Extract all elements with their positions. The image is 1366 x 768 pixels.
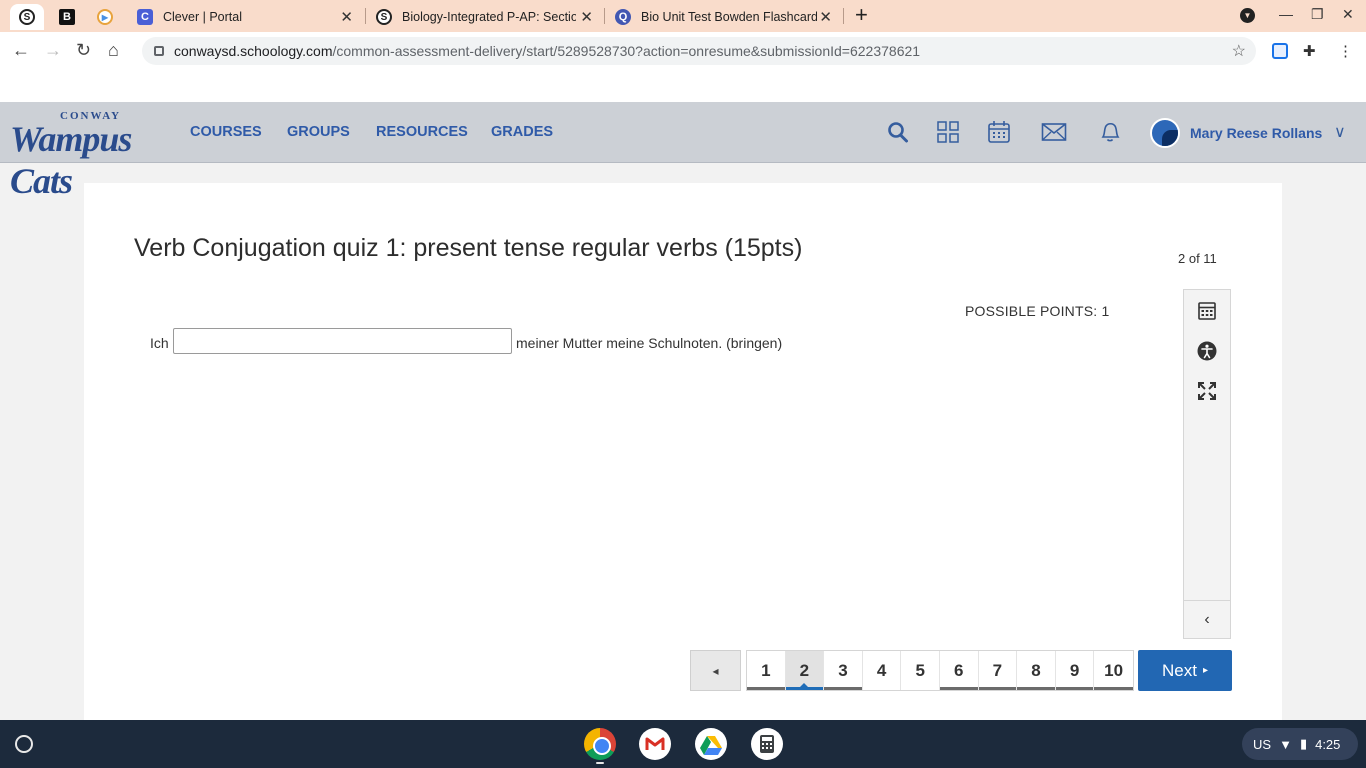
- nav-courses[interactable]: COURSES: [190, 124, 262, 140]
- prompt-before-text: Ich: [150, 335, 169, 351]
- page-button-current[interactable]: 2: [785, 651, 825, 690]
- browser-toolbar: ← → ↻ ⌂ conwaysd.schoology.com/common-as…: [0, 32, 1366, 70]
- page-button[interactable]: 6: [939, 651, 979, 690]
- answer-input[interactable]: [173, 328, 512, 354]
- os-shelf: [0, 720, 1366, 768]
- toolbar-spacer: [0, 70, 1366, 102]
- new-tab-plus-icon[interactable]: +: [855, 4, 868, 26]
- lock-icon: [154, 46, 164, 56]
- browser-tabstrip: S B ▶ C Clever | Portal ✕ S Biology-Inte…: [0, 0, 1366, 32]
- calculator-icon[interactable]: [1184, 294, 1230, 328]
- nav-groups[interactable]: GROUPS: [287, 124, 350, 140]
- url-path: /common-assessment-delivery/start/528952…: [332, 43, 921, 59]
- system-tray[interactable]: US ▼ ▮ 4:25: [1242, 728, 1358, 760]
- left-arrow-icon: ◂: [712, 663, 719, 678]
- page-button[interactable]: 9: [1055, 651, 1095, 690]
- previous-question-button[interactable]: ◂: [690, 650, 741, 691]
- page-button[interactable]: 5: [901, 651, 940, 690]
- bookmark-star-icon[interactable]: ☆: [1232, 41, 1246, 61]
- google-drive-app-icon[interactable]: [695, 728, 727, 760]
- close-tab-icon[interactable]: ✕: [340, 8, 353, 26]
- prompt-after-text: meiner Mutter meine Schulnoten. (bringen…: [516, 335, 783, 351]
- chrome-app-icon[interactable]: [584, 728, 616, 760]
- nav-resources[interactable]: RESOURCES: [376, 124, 468, 140]
- collapse-chevron-left-icon[interactable]: ‹: [1184, 600, 1230, 638]
- assessment-tools-panel: ‹: [1183, 289, 1231, 639]
- extensions-puzzle-icon[interactable]: ✚: [1303, 42, 1316, 60]
- quizlet-favicon-icon: Q: [615, 9, 631, 25]
- pinned-tab-schoology[interactable]: S: [10, 4, 44, 30]
- forward-arrow-icon[interactable]: →: [44, 40, 62, 60]
- running-indicator: [596, 762, 604, 764]
- tab-title: Biology-Integrated P-AP: Section: [402, 10, 576, 24]
- user-name[interactable]: Mary Reese Rollans: [1190, 125, 1322, 141]
- tab-biology[interactable]: S Biology-Integrated P-AP: Section ✕: [366, 4, 603, 30]
- apps-grid-icon[interactable]: [936, 120, 960, 144]
- search-icon[interactable]: [887, 120, 909, 144]
- clock-time: 4:25: [1315, 736, 1341, 752]
- extension-icon[interactable]: [1272, 43, 1288, 59]
- url-host: conwaysd.schoology.com: [174, 43, 333, 59]
- fullscreen-icon[interactable]: [1184, 374, 1230, 408]
- home-icon[interactable]: ⌂: [108, 40, 119, 60]
- calculator-app-icon[interactable]: [751, 728, 783, 760]
- messages-envelope-icon[interactable]: [1041, 120, 1067, 144]
- close-window-icon[interactable]: ✕: [1342, 6, 1354, 23]
- right-arrow-icon: ▸: [1202, 665, 1208, 676]
- page-button[interactable]: 3: [824, 651, 863, 690]
- nav-grades[interactable]: GRADES: [491, 124, 553, 140]
- back-arrow-icon[interactable]: ←: [12, 40, 30, 60]
- input-locale: US: [1253, 736, 1272, 752]
- launcher-icon[interactable]: [15, 735, 33, 753]
- tab-quizlet[interactable]: Q Bio Unit Test Bowden Flashcards ✕: [605, 4, 842, 30]
- notifications-bell-icon[interactable]: [1098, 120, 1122, 144]
- quiz-title: Verb Conjugation quiz 1: present tense r…: [134, 234, 803, 262]
- user-avatar[interactable]: [1150, 118, 1180, 148]
- battery-icon: ▮: [1299, 736, 1308, 751]
- school-logo[interactable]: CONWAY Wampus Cats: [10, 110, 165, 201]
- address-bar[interactable]: conwaysd.schoology.com/common-assessment…: [142, 37, 1256, 65]
- question-pager: 1 2 3 4 5 6 7 8 9 10: [746, 650, 1134, 691]
- page-button[interactable]: 8: [1017, 651, 1056, 690]
- minimize-window-icon[interactable]: —: [1279, 6, 1293, 22]
- tab-search-chevron-icon[interactable]: ▼: [1240, 8, 1255, 23]
- browser-menu-icon[interactable]: ⋮: [1338, 42, 1353, 60]
- reload-icon[interactable]: ↻: [76, 40, 91, 60]
- clever-favicon-icon: C: [137, 9, 153, 25]
- chevron-down-icon[interactable]: ∨: [1334, 122, 1346, 142]
- page-button[interactable]: 1: [747, 651, 786, 690]
- pinned-tab-b[interactable]: B: [50, 4, 84, 30]
- possible-points: POSSIBLE POINTS: 1: [965, 303, 1110, 319]
- tab-separator: [843, 8, 844, 24]
- accessibility-icon[interactable]: [1184, 334, 1230, 368]
- assessment-card: [84, 183, 1282, 720]
- b-favicon-icon: B: [59, 9, 75, 25]
- schoology-favicon-icon: S: [376, 9, 392, 25]
- close-tab-icon[interactable]: ✕: [819, 8, 832, 26]
- tab-title: Bio Unit Test Bowden Flashcards: [641, 10, 817, 24]
- tab-title: Clever | Portal: [163, 10, 242, 24]
- close-tab-icon[interactable]: ✕: [580, 8, 593, 26]
- calendar-icon[interactable]: [987, 120, 1011, 144]
- page-button[interactable]: 7: [978, 651, 1018, 690]
- page-button[interactable]: 10: [1094, 651, 1133, 690]
- next-button[interactable]: Next ▸: [1138, 650, 1232, 691]
- page-button[interactable]: 4: [862, 651, 902, 690]
- tab-clever[interactable]: C Clever | Portal ✕: [127, 4, 363, 30]
- pinned-tab-play[interactable]: ▶: [88, 4, 122, 30]
- restore-window-icon[interactable]: ❐: [1311, 6, 1324, 23]
- wifi-icon: ▼: [1279, 736, 1292, 752]
- schoology-favicon-icon: S: [19, 9, 35, 25]
- next-label: Next: [1162, 660, 1197, 680]
- play-favicon-icon: ▶: [97, 9, 113, 25]
- question-counter: 2 of 11: [1178, 251, 1217, 266]
- gmail-app-icon[interactable]: [639, 728, 671, 760]
